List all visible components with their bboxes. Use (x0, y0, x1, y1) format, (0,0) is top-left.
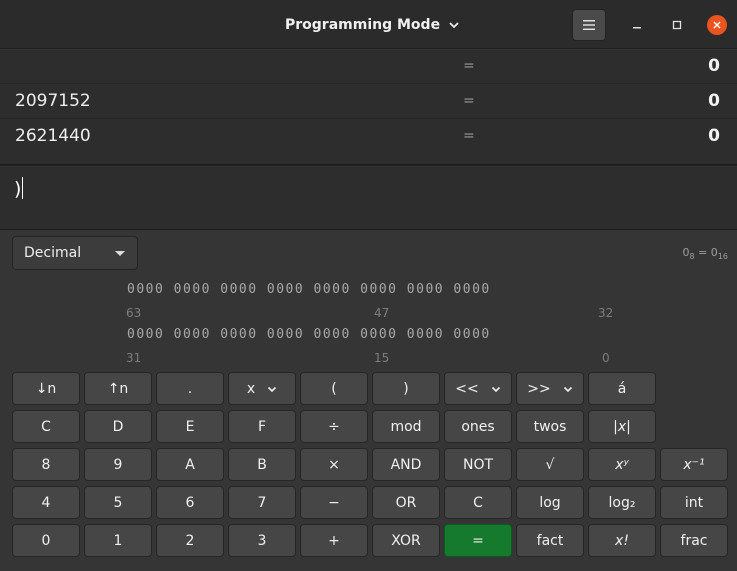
minimize-icon (633, 27, 641, 29)
shift-right-dropdown-button[interactable]: >> (516, 372, 584, 405)
or-button[interactable]: OR (372, 486, 440, 519)
digit-a-button[interactable]: A (156, 448, 224, 481)
shift-left-dropdown-button[interactable]: << (444, 372, 512, 405)
chevron-down-icon (268, 386, 277, 392)
clear-button[interactable]: C (444, 486, 512, 519)
digit-9-button[interactable]: 9 (84, 448, 152, 481)
integer-part-button[interactable]: int (660, 486, 728, 519)
inverse-button[interactable]: x⁻¹ (660, 448, 728, 481)
character-code-button[interactable]: á (588, 372, 656, 405)
factorial-button[interactable]: x! (588, 524, 656, 557)
bit-label: 47 (374, 306, 390, 320)
hamburger-menu-button[interactable] (572, 9, 606, 41)
history-row[interactable]: 2097152 = 0 (0, 85, 737, 119)
base-conversion-display: 08 = 016 (682, 246, 729, 262)
power-button[interactable]: xʸ (588, 448, 656, 481)
bit-label: 15 (374, 351, 390, 365)
digit-2-button[interactable]: 2 (156, 524, 224, 557)
maximize-icon (672, 20, 682, 30)
bit-label: 63 (126, 306, 142, 320)
open-paren-button[interactable]: ( (300, 372, 368, 405)
bit-label: 31 (126, 351, 142, 365)
history-result[interactable]: 0 (708, 56, 720, 76)
subscript-dropdown-button[interactable]: x (228, 372, 296, 405)
equals-button[interactable]: = (444, 524, 512, 557)
history-expression[interactable]: 2621440 (15, 126, 91, 146)
digit-0-button[interactable]: 0 (12, 524, 80, 557)
bit-display-low[interactable]: 0000 0000 0000 0000 0000 0000 0000 0000 (127, 327, 491, 342)
decimal-point-button[interactable]: . (156, 372, 224, 405)
log-button[interactable]: log (516, 486, 584, 519)
shift-down-button[interactable]: ↓n (12, 372, 80, 405)
number-base-label: Decimal (24, 245, 82, 261)
chevron-down-icon (491, 386, 500, 392)
digit-8-button[interactable]: 8 (12, 448, 80, 481)
bit-label: 32 (598, 306, 614, 320)
close-button[interactable] (707, 15, 727, 35)
not-button[interactable]: NOT (444, 448, 512, 481)
digit-f-button[interactable]: F (228, 410, 296, 443)
header-bar: Programming Mode (0, 0, 737, 49)
xor-button[interactable]: XOR (372, 524, 440, 557)
history-list: = 0 2097152 = 0 2621440 = 0 (0, 50, 737, 166)
square-root-button[interactable]: √ (516, 448, 584, 481)
log2-button[interactable]: log₂ (588, 486, 656, 519)
history-row[interactable]: 2621440 = 0 (0, 120, 737, 154)
fractional-part-button[interactable]: frac (660, 524, 728, 557)
history-equals: = (463, 93, 475, 109)
digit-d-button[interactable]: D (84, 410, 152, 443)
digit-e-button[interactable]: E (156, 410, 224, 443)
bit-label: 0 (602, 351, 610, 365)
and-button[interactable]: AND (372, 448, 440, 481)
number-base-dropdown[interactable]: Decimal (12, 236, 138, 270)
digit-b-button[interactable]: B (228, 448, 296, 481)
history-expression[interactable]: 2097152 (15, 91, 91, 111)
expression-input[interactable]: ) (0, 167, 737, 230)
digit-c-button[interactable]: C (12, 410, 80, 443)
twos-complement-button[interactable]: twos (516, 410, 584, 443)
add-button[interactable]: + (300, 524, 368, 557)
digit-6-button[interactable]: 6 (156, 486, 224, 519)
history-equals: = (463, 58, 475, 74)
shift-up-button[interactable]: ↑n (84, 372, 152, 405)
multiply-button[interactable]: × (300, 448, 368, 481)
hamburger-menu-icon (583, 20, 595, 30)
chevron-down-icon (563, 386, 572, 392)
ones-complement-button[interactable]: ones (444, 410, 512, 443)
text-cursor (22, 177, 24, 199)
absolute-value-button[interactable]: |x| (588, 410, 656, 443)
history-result[interactable]: 0 (708, 126, 720, 146)
digit-4-button[interactable]: 4 (12, 486, 80, 519)
dropdown-arrow-icon (115, 251, 125, 256)
digit-3-button[interactable]: 3 (228, 524, 296, 557)
mod-button[interactable]: mod (372, 410, 440, 443)
close-paren-button[interactable]: ) (372, 372, 440, 405)
chevron-down-icon (449, 22, 459, 29)
history-row[interactable]: = 0 (0, 50, 737, 84)
expression-input-text[interactable]: ) (14, 177, 24, 200)
history-result[interactable]: 0 (708, 91, 720, 111)
digit-5-button[interactable]: 5 (84, 486, 152, 519)
mode-menu-button[interactable]: Programming Mode (285, 12, 460, 38)
divide-button[interactable]: ÷ (300, 410, 368, 443)
digit-1-button[interactable]: 1 (84, 524, 152, 557)
subtract-button[interactable]: − (300, 486, 368, 519)
minimize-button[interactable] (627, 15, 647, 35)
factorize-button[interactable]: fact (516, 524, 584, 557)
bit-display-high[interactable]: 0000 0000 0000 0000 0000 0000 0000 0000 (127, 282, 491, 297)
window-title: Programming Mode (285, 17, 441, 33)
maximize-button[interactable] (667, 15, 687, 35)
digit-7-button[interactable]: 7 (228, 486, 296, 519)
history-equals: = (463, 128, 475, 144)
close-icon (713, 21, 721, 29)
